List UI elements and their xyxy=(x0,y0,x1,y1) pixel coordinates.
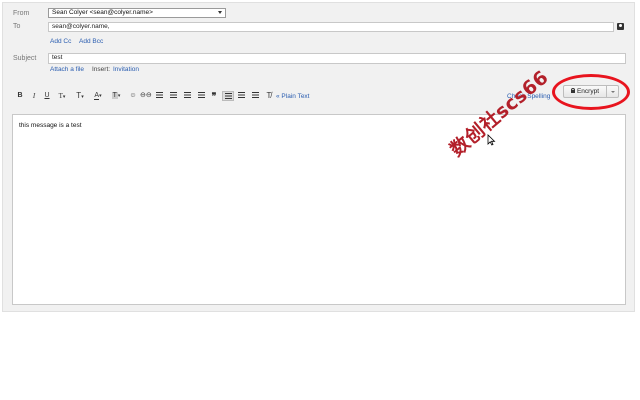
italic-button[interactable]: I xyxy=(30,91,38,101)
chevron-down-icon xyxy=(218,11,222,14)
indent-less-button[interactable] xyxy=(182,91,192,101)
invitation-link[interactable]: Invitation xyxy=(113,66,139,73)
from-label: From xyxy=(13,10,30,17)
align-left-button[interactable] xyxy=(222,91,234,101)
plain-text-link[interactable]: « Plain Text xyxy=(276,93,309,100)
address-book-icon[interactable] xyxy=(617,23,624,30)
to-value: sean@colyer.name, xyxy=(52,23,110,30)
quote-icon: ❞ xyxy=(211,91,217,101)
add-cc-link[interactable]: Add Cc xyxy=(50,38,71,45)
smiley-icon: ☺ xyxy=(129,92,137,99)
to-field[interactable]: sean@colyer.name, xyxy=(48,22,614,32)
remove-formatting-button[interactable]: T̸ xyxy=(264,91,274,101)
indent-more-button[interactable] xyxy=(196,91,206,101)
attach-file-link[interactable]: Attach a file xyxy=(50,66,84,73)
align-center-icon xyxy=(237,92,245,99)
numbered-list-button[interactable] xyxy=(154,91,164,101)
text-color-button[interactable]: A▾ xyxy=(91,91,105,101)
to-label: To xyxy=(13,23,21,30)
font-button[interactable]: T▾ xyxy=(56,91,68,101)
align-left-icon xyxy=(224,93,232,100)
underline-button[interactable]: U xyxy=(43,91,51,101)
subject-field[interactable]: test xyxy=(48,53,626,64)
highlight-ring xyxy=(552,74,630,110)
remove-formatting-icon: T̸ xyxy=(266,91,272,100)
message-body-text: this message is a test xyxy=(19,122,82,129)
emoji-button[interactable]: ☺ xyxy=(128,91,138,101)
bulleted-list-icon xyxy=(169,92,177,99)
from-value: Sean Colyer <sean@colyer.name> xyxy=(52,9,153,16)
link-button[interactable]: ⊖⊖ xyxy=(140,91,152,101)
bulleted-list-button[interactable] xyxy=(168,91,178,101)
quote-button[interactable]: ❞ xyxy=(209,91,219,101)
align-right-button[interactable] xyxy=(250,91,260,101)
numbered-list-icon xyxy=(155,92,163,99)
highlight-button[interactable]: T▾ xyxy=(108,91,124,101)
subject-value: test xyxy=(52,54,63,61)
from-select[interactable]: Sean Colyer <sean@colyer.name> xyxy=(48,8,226,18)
message-body-editor[interactable]: this message is a test xyxy=(12,114,626,305)
add-bcc-link[interactable]: Add Bcc xyxy=(79,38,103,45)
align-right-icon xyxy=(251,92,259,99)
bold-button[interactable]: B xyxy=(16,91,24,101)
insert-label: Insert: xyxy=(92,66,111,73)
align-center-button[interactable] xyxy=(236,91,246,101)
link-icon: ⊖⊖ xyxy=(140,92,152,99)
subject-label: Subject xyxy=(13,55,37,62)
indent-more-icon xyxy=(197,92,205,99)
indent-less-icon xyxy=(183,92,191,99)
font-size-button[interactable]: T▾ xyxy=(73,91,87,101)
